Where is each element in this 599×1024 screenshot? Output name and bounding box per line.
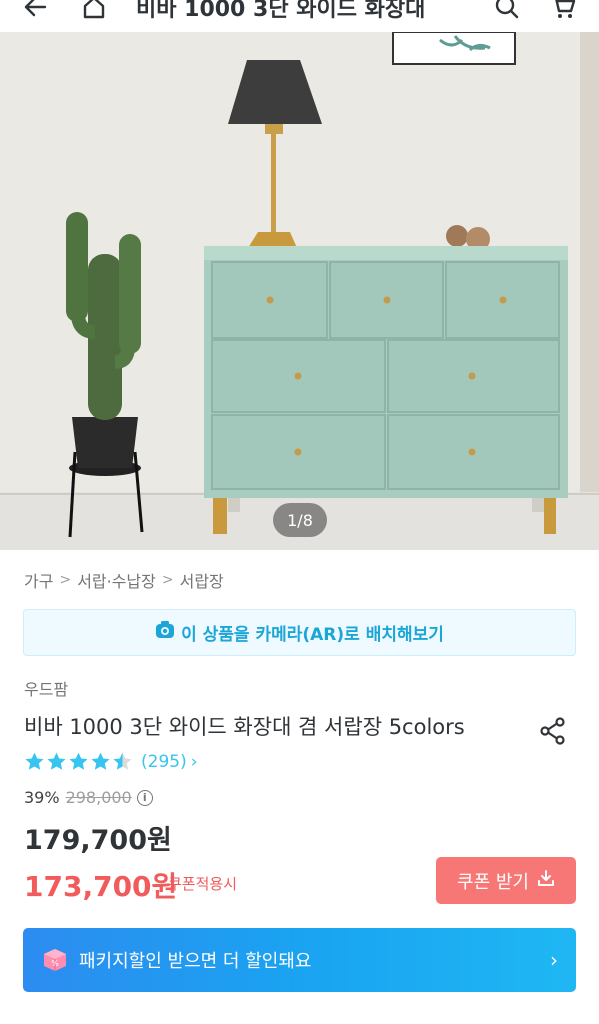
star-icon xyxy=(91,752,110,770)
chevron-right-icon: > xyxy=(161,572,174,588)
coupon-note: 쿠폰적용시 xyxy=(168,875,238,893)
original-price: 298,000 xyxy=(65,788,132,807)
package-discount-banner[interactable]: % 패키지할인 받으면 더 할인돼요 › xyxy=(23,928,576,992)
brand-name[interactable]: 우드팜 xyxy=(24,676,68,700)
camera-icon xyxy=(155,620,175,645)
discount-percent: 39% xyxy=(24,788,60,807)
svg-text:%: % xyxy=(51,959,59,968)
breadcrumb-item-furniture[interactable]: 가구 xyxy=(24,568,53,592)
breadcrumb-item-storage[interactable]: 서랍·수납장 xyxy=(77,568,156,592)
breadcrumb: 가구 > 서랍·수납장 > 서랍장 xyxy=(24,568,224,592)
rating-summary[interactable]: (295) › xyxy=(24,751,198,772)
star-icon xyxy=(113,752,132,770)
product-image-gallery[interactable]: 1/8 xyxy=(0,32,599,550)
cart-icon[interactable] xyxy=(549,0,577,21)
coupon-button-label: 쿠폰 받기 xyxy=(457,871,529,893)
search-icon[interactable] xyxy=(493,0,521,21)
review-count: (295) xyxy=(141,751,187,772)
ar-placement-button[interactable]: 이 상품을 카메라(AR)로 배치해보기 xyxy=(23,609,576,656)
page-title: 비바 1000 3단 와이드 화장대 xyxy=(136,0,426,22)
breadcrumb-item-drawer[interactable]: 서랍장 xyxy=(180,568,224,592)
package-banner-label: 패키지할인 받으면 더 할인돼요 xyxy=(79,951,312,972)
chevron-right-icon: > xyxy=(59,572,72,588)
image-counter: 1/8 xyxy=(273,503,327,537)
home-icon[interactable] xyxy=(80,0,108,21)
chevron-right-icon: › xyxy=(550,948,558,972)
back-arrow-icon[interactable] xyxy=(22,0,50,21)
product-title: 비바 1000 3단 와이드 화장대 겸 서랍장 5colors xyxy=(24,715,465,739)
sale-price: 179,700원 xyxy=(24,825,172,856)
star-rating xyxy=(24,751,133,772)
product-photo xyxy=(0,32,599,550)
star-icon xyxy=(25,752,44,770)
get-coupon-button[interactable]: 쿠폰 받기 xyxy=(436,857,576,904)
coupon-price: 173,700원 xyxy=(24,870,178,903)
star-icon xyxy=(47,752,66,770)
download-icon xyxy=(537,869,555,892)
chevron-right-icon: › xyxy=(190,751,198,772)
gift-box-icon: % xyxy=(41,946,69,974)
share-icon[interactable] xyxy=(538,716,568,746)
ar-banner-label: 이 상품을 카메라(AR)로 배치해보기 xyxy=(181,625,444,645)
info-icon[interactable]: i xyxy=(136,789,153,806)
star-icon xyxy=(69,752,88,770)
top-navigation-bar: 비바 1000 3단 와이드 화장대 xyxy=(0,0,599,32)
discount-info: 39% 298,000 i xyxy=(24,788,153,807)
